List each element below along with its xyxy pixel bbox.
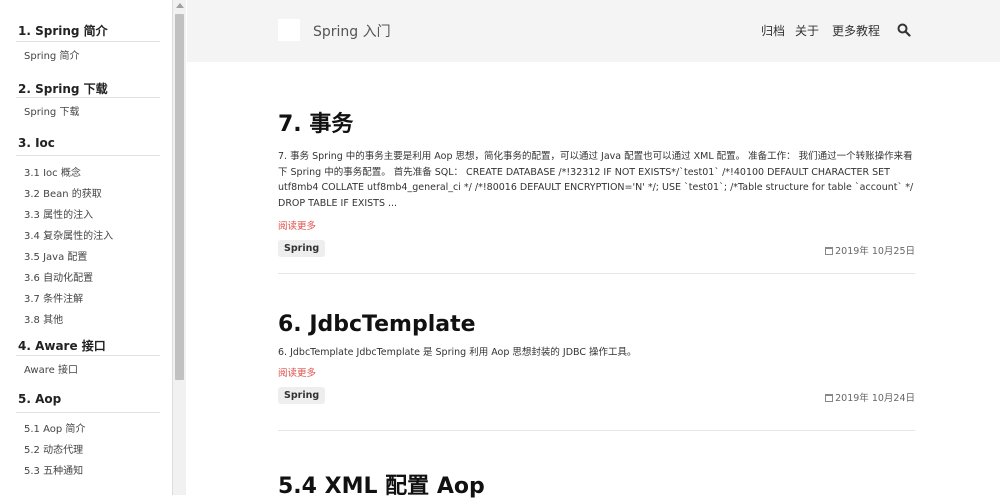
post-item: 7. 事务 7. 事务 Spring 中的事务主要是利用 Aop 思想，简化事务… bbox=[278, 62, 915, 274]
toc-item[interactable]: 3.2 Bean 的获取 bbox=[16, 184, 162, 205]
search-icon[interactable] bbox=[897, 23, 911, 37]
nav-about[interactable]: 关于 bbox=[795, 22, 819, 39]
read-more-link[interactable]: 阅读更多 bbox=[278, 218, 316, 232]
site-title[interactable]: Spring 入门 bbox=[313, 21, 391, 41]
site-logo[interactable] bbox=[278, 19, 300, 41]
post-title[interactable]: 7. 事务 bbox=[278, 62, 915, 138]
scrollbar-thumb[interactable] bbox=[175, 14, 184, 380]
toc-item[interactable]: 3.5 Java 配置 bbox=[16, 247, 162, 268]
post-meta: Spring 2019年 10月25日 bbox=[278, 240, 915, 260]
post-date: 2019年 10月25日 bbox=[825, 243, 915, 257]
toc-item[interactable]: 5.1 Aop 简介 bbox=[16, 419, 162, 440]
post-meta: Spring 2019年 10月24日 bbox=[278, 386, 915, 407]
toc-item[interactable]: 5.2 动态代理 bbox=[16, 440, 162, 461]
scroll-up-arrow-icon[interactable] bbox=[176, 3, 184, 8]
toc-item[interactable]: 3.6 自动化配置 bbox=[16, 268, 162, 289]
post-tag[interactable]: Spring bbox=[278, 386, 326, 404]
post-list: 7. 事务 7. 事务 Spring 中的事务主要是利用 Aop 思想，简化事务… bbox=[278, 62, 915, 500]
toc-item[interactable]: 3.8 其他 bbox=[16, 310, 162, 331]
post-item: 5.4 XML 配置 Aop bbox=[278, 431, 915, 500]
toc-item[interactable]: 3.3 属性的注入 bbox=[16, 205, 162, 226]
toc-section-5[interactable]: 5. Aop bbox=[16, 384, 160, 413]
read-more-link[interactable]: 阅读更多 bbox=[278, 365, 316, 379]
sidebar-toc: 1. Spring 简介 Spring 简介 2. Spring 下载 Spri… bbox=[0, 0, 172, 495]
site-header: Spring 入门 归档 关于 更多教程 bbox=[187, 0, 1000, 62]
post-title[interactable]: 6. JdbcTemplate bbox=[278, 274, 915, 337]
calendar-icon bbox=[825, 393, 834, 402]
toc-item[interactable]: 3.7 条件注解 bbox=[16, 289, 162, 310]
toc-section-3[interactable]: 3. Ioc bbox=[16, 126, 160, 156]
toc-item[interactable]: 5.3 五种通知 bbox=[16, 461, 162, 482]
toc-item[interactable]: 3.1 Ioc 概念 bbox=[16, 163, 162, 184]
post-title[interactable]: 5.4 XML 配置 Aop bbox=[278, 431, 915, 500]
nav-more-tutorials[interactable]: 更多教程 bbox=[832, 22, 880, 39]
toc-item[interactable]: Spring 简介 bbox=[16, 42, 162, 70]
nav-archive[interactable]: 归档 bbox=[761, 22, 785, 39]
toc-section-4[interactable]: 4. Aware 接口 bbox=[16, 331, 160, 356]
calendar-icon bbox=[825, 247, 834, 255]
toc-item[interactable]: Spring 下载 bbox=[16, 98, 162, 126]
post-item: 6. JdbcTemplate 6. JdbcTemplate JdbcTemp… bbox=[278, 274, 915, 431]
toc-section-2[interactable]: 2. Spring 下载 bbox=[16, 70, 160, 98]
toc-section-1[interactable]: 1. Spring 简介 bbox=[16, 0, 160, 42]
post-tag[interactable]: Spring bbox=[278, 240, 326, 257]
toc-item[interactable]: Aware 接口 bbox=[16, 356, 162, 384]
toc-item[interactable]: 3.4 复杂属性的注入 bbox=[16, 226, 162, 247]
post-date: 2019年 10月24日 bbox=[825, 390, 915, 404]
sidebar-scrollbar[interactable] bbox=[172, 0, 186, 495]
post-excerpt: 7. 事务 Spring 中的事务主要是利用 Aop 思想，简化事务的配置，可以… bbox=[278, 151, 914, 209]
post-excerpt: 6. JdbcTemplate JdbcTemplate 是 Spring 利用… bbox=[278, 347, 637, 358]
